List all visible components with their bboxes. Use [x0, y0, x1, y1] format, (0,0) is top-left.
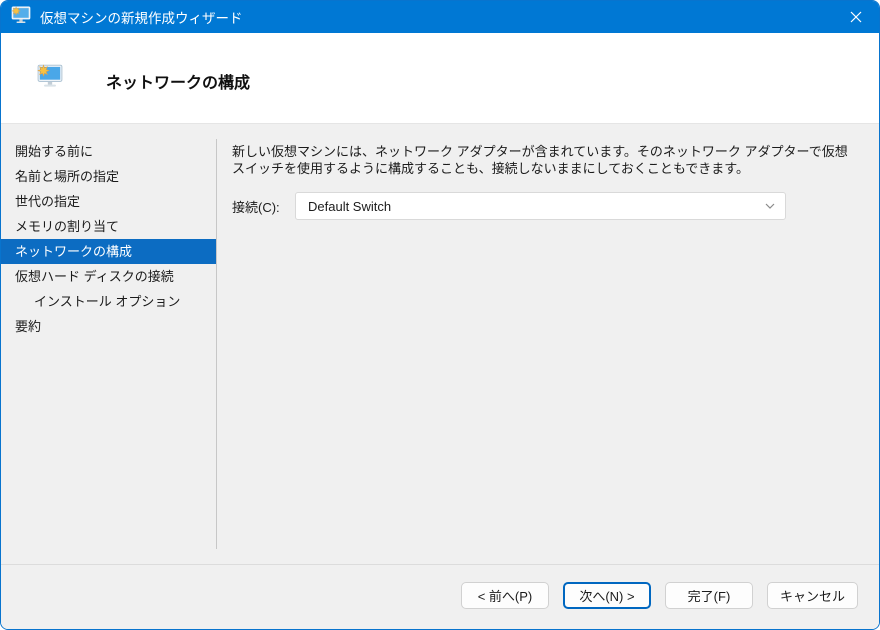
connection-dropdown[interactable]: Default Switch — [295, 192, 786, 220]
window-title: 仮想マシンの新規作成ウィザード — [40, 11, 243, 26]
sidebar-item-before-you-begin: 開始する前に — [15, 144, 94, 159]
close-button[interactable] — [833, 1, 879, 33]
vm-monitor-sparkle-icon — [37, 64, 63, 93]
sidebar-item-memory: メモリの割り当て — [15, 219, 120, 234]
wizard-steps-sidebar: 開始する前に 名前と場所の指定 世代の指定 メモリの割り当て ネットワークの構成… — [1, 139, 216, 339]
sidebar-item-generation: 世代の指定 — [15, 194, 81, 209]
sidebar-item-networking-selected: ネットワークの構成 — [1, 239, 216, 264]
finish-button[interactable]: 完了(F) — [664, 582, 753, 609]
next-button[interactable]: 次へ(N) > — [562, 582, 651, 609]
wizard-page-header: ネットワークの構成 — [1, 33, 879, 124]
wizard-body: 開始する前に 名前と場所の指定 世代の指定 メモリの割り当て ネットワークの構成… — [1, 125, 879, 564]
network-description-text: 新しい仮想マシンには、ネットワーク アダプターが含まれています。そのネットワーク… — [232, 144, 848, 176]
page-title: ネットワークの構成 — [106, 75, 251, 92]
previous-button[interactable]: < 前へ(P) — [460, 582, 549, 609]
new-vm-wizard-window: 仮想マシンの新規作成ウィザード ネットワークの構成 開始する前に 名前と場所の指… — [0, 0, 880, 630]
sidebar-item-summary: 要約 — [15, 319, 42, 334]
close-icon — [850, 11, 862, 23]
connection-label: 接続(C): — [232, 199, 280, 215]
page-content: 新しい仮想マシンには、ネットワーク アダプターが含まれています。そのネットワーク… — [217, 125, 879, 564]
cancel-button[interactable]: キャンセル — [766, 582, 858, 609]
connection-row: 接続(C): Default Switch — [232, 192, 879, 220]
chevron-down-icon — [765, 203, 775, 209]
sidebar-item-name-location: 名前と場所の指定 — [15, 169, 120, 184]
sidebar-item-virtual-hard-disk: 仮想ハード ディスクの接続 — [15, 269, 174, 284]
connection-selected-value: Default Switch — [308, 198, 392, 214]
titlebar[interactable]: 仮想マシンの新規作成ウィザード — [1, 1, 879, 33]
wizard-footer: < 前へ(P) 次へ(N) > 完了(F) キャンセル — [1, 564, 879, 629]
vm-wizard-app-icon — [11, 5, 31, 29]
sidebar-item-installation-options: インストール オプション — [34, 294, 181, 309]
